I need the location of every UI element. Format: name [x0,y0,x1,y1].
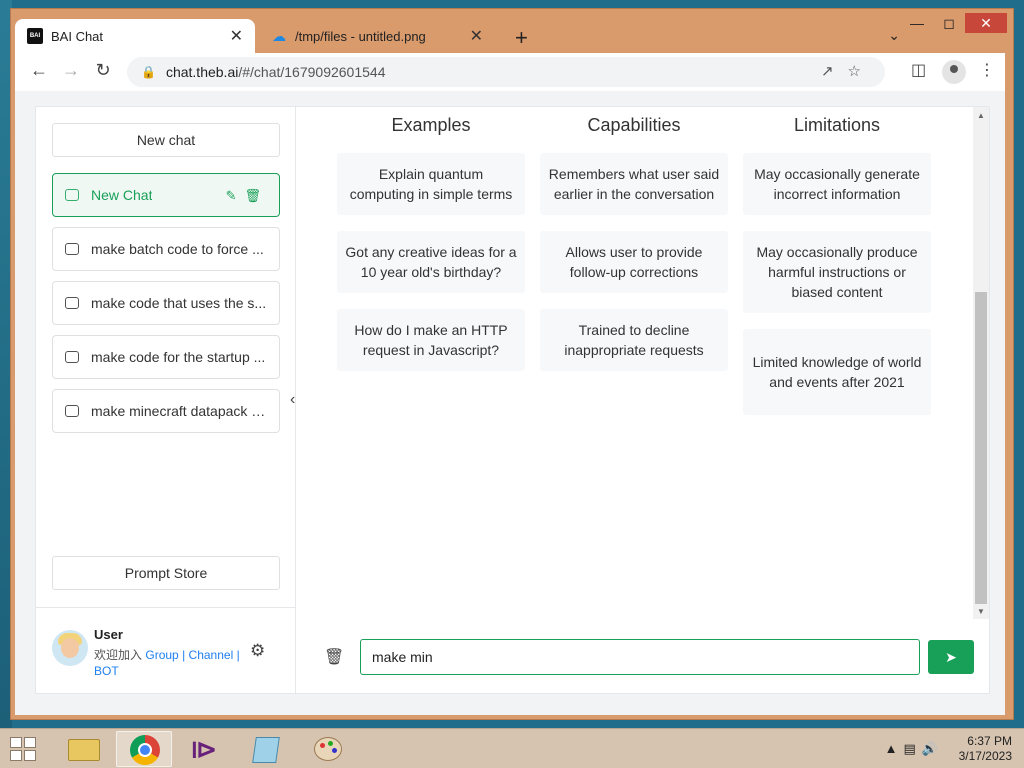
share-and-bookmark-icons[interactable]: ↗☆ [821,62,875,80]
send-icon: ➤ [945,648,957,665]
user-description: 欢迎加入 Group | Channel | BOT [94,647,244,679]
new-tab-icon[interactable]: + [515,25,528,51]
user-panel: User 欢迎加入 Group | Channel | BOT ⚙ [36,607,295,693]
file-explorer-icon[interactable] [56,731,112,767]
notepad-icon[interactable] [238,731,294,767]
chat-bubble-icon [65,351,79,363]
chat-item-label: make code that uses the s... [91,295,267,311]
main-panel: Examples Capabilities Limitations Explai… [296,107,989,693]
scroll-up-icon[interactable]: ▲ [977,111,985,120]
collapse-sidebar-icon[interactable]: ‹ [290,391,295,409]
side-panel-icon[interactable]: ◫ [911,60,926,80]
edit-and-delete-icons[interactable]: ✎🗑 [226,188,269,204]
chat-list-item[interactable]: make code for the startup ... [52,335,280,379]
page-viewport: New chat New Chat ✎🗑 make batch code to … [15,91,1005,715]
column-title-capabilities: Capabilities [587,115,681,135]
clock[interactable]: 6:37 PM 3/17/2023 [959,734,1012,764]
browser-toolbar: ← → ↻ 🔒 chat.theb.ai/#/chat/167909260154… [15,53,1005,91]
forward-icon[interactable]: → [59,60,83,81]
chat-bubble-icon [65,405,79,417]
scrollbar[interactable]: ▲ ▼ [973,107,989,619]
sidebar: New chat New Chat ✎🗑 make batch code to … [36,107,296,693]
back-icon[interactable]: ← [27,60,51,81]
profile-icon[interactable] [942,60,966,84]
chat-list-item-active[interactable]: New Chat ✎🗑 [52,173,280,217]
prompt-store-button[interactable]: Prompt Store [52,556,280,590]
column-title-examples: Examples [391,115,471,135]
cloud-upload-icon: ☁ [272,28,286,44]
close-tab-icon[interactable]: ✕ [230,26,243,46]
limitation-tile: May occasionally produce harmful instruc… [743,231,931,313]
lock-icon: 🔒 [141,65,156,79]
chat-bubble-icon [65,189,79,201]
group-link[interactable]: Group [145,648,178,662]
url-path: /#/chat/1679092601544 [238,64,386,80]
tab-label: BAI Chat [51,28,104,44]
chat-item-label: New Chat [91,187,153,203]
capability-tile: Allows user to provide follow-up correct… [540,231,728,293]
url-host: chat.theb.ai [165,64,239,80]
bai-logo-icon: BAI [27,28,43,44]
clock-time: 6:37 PM [967,734,1012,748]
chat-list-item[interactable]: make minecraft datapack c... [52,389,280,433]
chrome-icon[interactable] [116,731,172,767]
new-chat-button[interactable]: New chat [52,123,280,157]
chat-list-item[interactable]: make batch code to force ... [52,227,280,271]
system-tray-icons[interactable]: ▲▤🔊 [885,741,944,757]
separator: | [236,648,240,662]
capability-tile: Remembers what user said earlier in the … [540,153,728,215]
channel-link[interactable]: Channel [189,648,234,662]
tab-strip: BAI BAI Chat ✕ ☁ /tmp/files - untitled.p… [15,11,1018,53]
chevron-down-icon[interactable]: ⌄ [888,27,900,44]
chat-item-label: make batch code to force ... [91,241,264,257]
example-tile[interactable]: Got any creative ideas for a 10 year old… [337,231,525,293]
tab-tmp-files[interactable]: ☁ /tmp/files - untitled.png ✕ [259,19,495,53]
kebab-menu-icon[interactable]: ⋮ [979,60,995,80]
scrollbar-thumb[interactable] [975,292,987,604]
scroll-down-icon[interactable]: ▼ [977,607,985,616]
chat-app: New chat New Chat ✎🗑 make batch code to … [35,106,990,694]
capability-tile: Trained to decline inappropriate request… [540,309,728,371]
chat-item-label: make minecraft datapack c... [91,403,267,419]
chat-list-item[interactable]: make code that uses the s... [52,281,280,325]
reload-icon[interactable]: ↻ [91,60,115,81]
close-tab-icon[interactable]: ✕ [470,26,483,46]
example-tile[interactable]: How do I make an HTTP request in Javascr… [337,309,525,371]
separator: | [182,648,186,662]
chat-bubble-icon [65,243,79,255]
send-button[interactable]: ➤ [928,640,974,674]
welcome-text: 欢迎加入 [94,648,143,662]
limitation-tile: May occasionally generate incorrect info… [743,153,931,215]
taskbar: ⧐ ▲▤🔊 6:37 PM 3/17/2023 [0,728,1024,768]
trash-icon[interactable]: 🗑 [324,647,344,667]
clock-date: 3/17/2023 [958,749,1012,763]
gear-icon[interactable]: ⚙ [250,641,265,661]
avatar [52,630,88,666]
tab-label: /tmp/files - untitled.png [295,28,426,44]
limitation-tile: Limited knowledge of world and events af… [743,329,931,415]
address-bar[interactable]: 🔒 chat.theb.ai/#/chat/1679092601544 ↗☆ [127,57,885,87]
tab-bai-chat[interactable]: BAI BAI Chat ✕ [15,19,255,53]
chat-bubble-icon [65,297,79,309]
paint-icon[interactable] [300,731,356,767]
user-name: User [94,627,123,642]
chat-item-label: make code for the startup ... [91,349,266,365]
column-title-limitations: Limitations [793,115,881,135]
visual-studio-icon[interactable]: ⧐ [176,731,232,767]
message-input[interactable]: make min [360,639,920,675]
bot-link[interactable]: BOT [94,664,119,678]
example-tile[interactable]: Explain quantum computing in simple term… [337,153,525,215]
windows-start-icon[interactable] [8,735,38,763]
